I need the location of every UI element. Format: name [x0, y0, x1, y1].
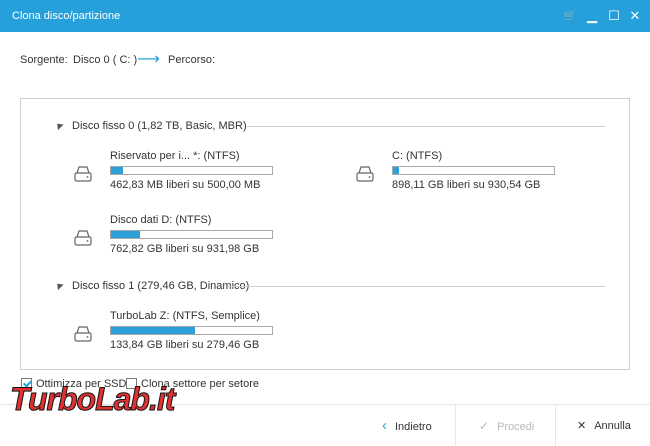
close-icon: ✕ [577, 420, 587, 432]
divider [555, 405, 556, 446]
partition-name: Disco dati D: (NTFS) [110, 214, 212, 226]
source-value: Disco 0 ( C: ) [73, 54, 138, 66]
partition-item[interactable]: C: (NTFS) 898,11 GB liberi su 930,54 GB [355, 150, 585, 202]
source-label: Sorgente: [20, 54, 68, 66]
partition-item[interactable]: Riservato per i... *: (NTFS) 462,83 MB l… [73, 150, 303, 202]
usage-bar-fill [111, 327, 195, 334]
divider [247, 126, 605, 127]
disk-0-header[interactable]: Disco fisso 0 (1,82 TB, Basic, MBR) [54, 120, 247, 132]
proceed-button[interactable]: ✓ Procedi [479, 405, 534, 446]
usage-bar [392, 166, 555, 175]
title-bar: Clona disco/partizione 🛒 ▁ ☐ ✕ [0, 0, 650, 32]
partition-name: Riservato per i... *: (NTFS) [110, 150, 240, 162]
cancel-label: Annulla [594, 420, 631, 432]
divider [455, 405, 456, 446]
disk-1-header[interactable]: Disco fisso 1 (279,46 GB, Dinamico) [54, 280, 250, 292]
disk-panel: Disco fisso 0 (1,82 TB, Basic, MBR) Rise… [20, 98, 630, 370]
chevron-left-icon: ‹ [382, 417, 387, 434]
usage-bar-fill [111, 167, 124, 174]
source-bar: Sorgente: Disco 0 ( C: ) ⟶ Percorso: [0, 32, 650, 88]
hard-drive-icon [74, 230, 92, 246]
cancel-button[interactable]: ✕ Annulla [577, 405, 631, 446]
usage-bar [110, 230, 273, 239]
proceed-label: Procedi [497, 421, 535, 433]
disk-0-label: Disco fisso 0 (1,82 TB, Basic, MBR) [72, 120, 247, 132]
hard-drive-icon [74, 166, 92, 182]
close-icon[interactable]: ✕ [627, 8, 643, 24]
back-button[interactable]: ‹ Indietro [382, 405, 432, 446]
hard-drive-icon [74, 326, 92, 342]
hard-drive-icon [356, 166, 374, 182]
divider [228, 286, 605, 287]
window-title: Clona disco/partizione [12, 10, 121, 22]
partition-name: C: (NTFS) [392, 150, 443, 162]
partition-free-space: 133,84 GB liberi su 279,46 GB [110, 339, 260, 351]
collapse-triangle-icon[interactable] [54, 120, 64, 131]
back-label: Indietro [395, 421, 432, 433]
arrow-right-icon: ⟶ [137, 51, 160, 68]
usage-bar [110, 326, 273, 335]
partition-name: TurboLab Z: (NTFS, Semplice) [110, 310, 260, 322]
turbolab-watermark: TurboLab.it [9, 381, 175, 418]
usage-bar-fill [111, 231, 140, 238]
partition-item[interactable]: Disco dati D: (NTFS) 762,82 GB liberi su… [73, 214, 303, 266]
check-icon: ✓ [479, 419, 490, 433]
cart-icon[interactable]: 🛒 [562, 8, 578, 24]
usage-bar [110, 166, 273, 175]
collapse-triangle-icon[interactable] [54, 280, 64, 291]
partition-item[interactable]: TurboLab Z: (NTFS, Semplice) 133,84 GB l… [73, 310, 303, 362]
disk-1-label: Disco fisso 1 (279,46 GB, Dinamico) [72, 280, 250, 292]
usage-bar-fill [393, 167, 399, 174]
target-label: Percorso: [168, 54, 216, 66]
maximize-icon[interactable]: ☐ [606, 8, 622, 24]
partition-free-space: 462,83 MB liberi su 500,00 MB [110, 179, 261, 191]
partition-free-space: 898,11 GB liberi su 930,54 GB [392, 179, 541, 191]
minimize-icon[interactable]: ▁ [584, 8, 600, 24]
partition-free-space: 762,82 GB liberi su 931,98 GB [110, 243, 260, 255]
